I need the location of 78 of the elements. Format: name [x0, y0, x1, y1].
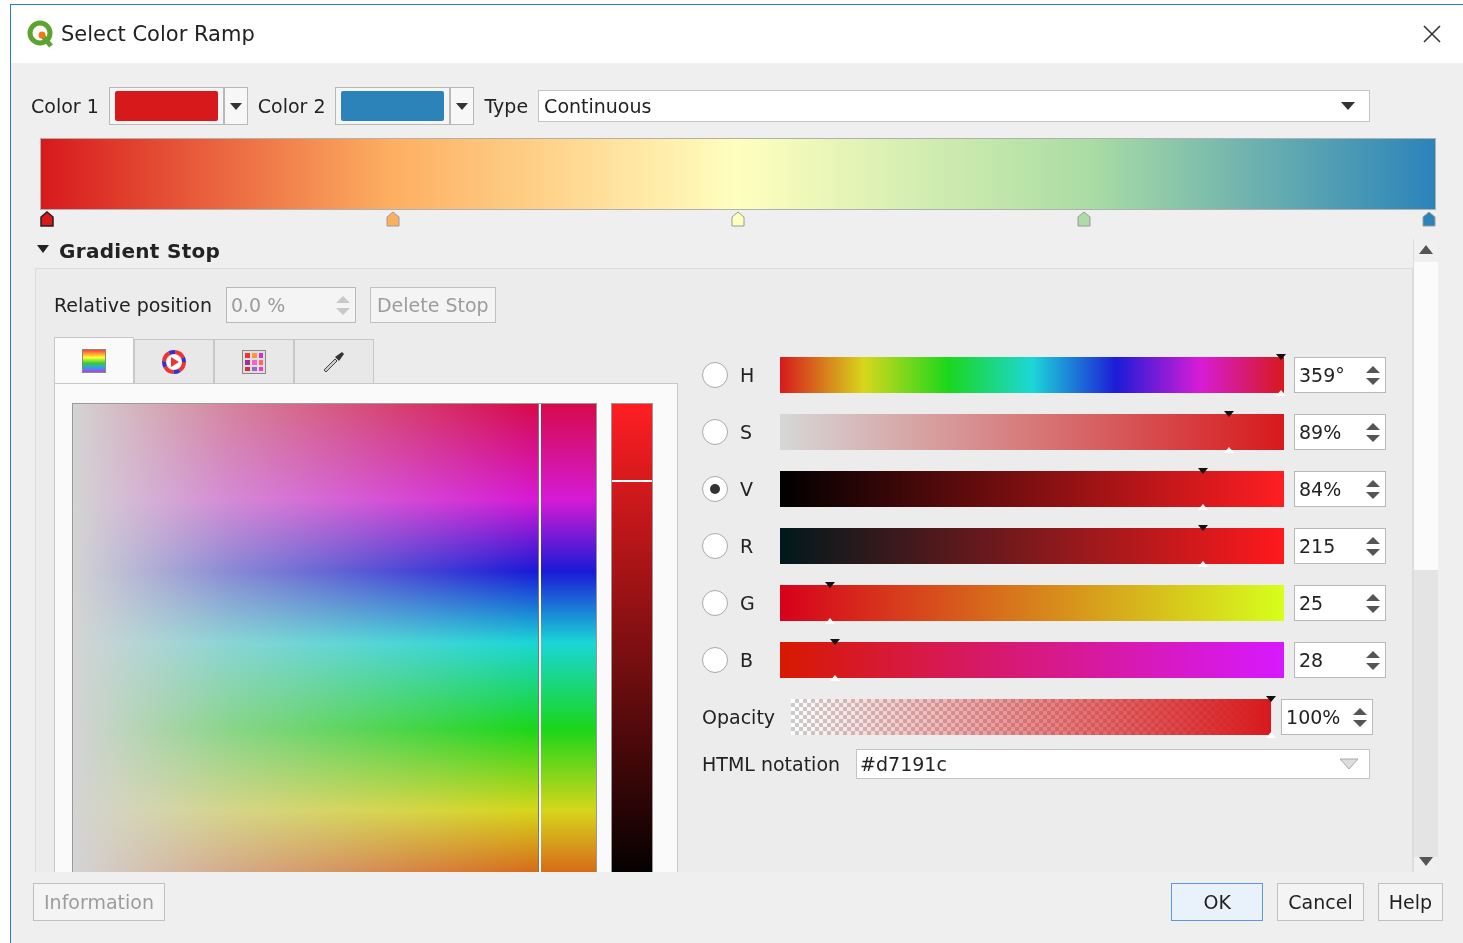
scrollbar-thumb[interactable]	[1413, 262, 1438, 570]
radio-button[interactable]	[702, 647, 728, 673]
spin-box[interactable]: 28	[1294, 642, 1386, 678]
color-slider[interactable]	[780, 642, 1284, 678]
channel-label: B	[740, 649, 755, 671]
color-button[interactable]	[108, 87, 224, 125]
caret-icon	[1341, 102, 1356, 110]
section-title: Gradient Stop	[59, 239, 221, 263]
spin-box[interactable]: 84%	[1294, 471, 1386, 507]
color-label: Color 2	[257, 95, 326, 117]
slider-handle[interactable]	[1198, 525, 1209, 567]
slider-handle[interactable]	[825, 582, 836, 624]
tab[interactable]	[54, 337, 134, 383]
spin-arrows-icon[interactable]	[1365, 421, 1381, 443]
slider-handle[interactable]	[1223, 411, 1234, 453]
color-button[interactable]	[335, 87, 451, 125]
tab[interactable]	[214, 339, 294, 383]
window-title: Select Color Ramp	[61, 22, 255, 46]
stop-marker[interactable]	[731, 211, 745, 227]
spin-box[interactable]: 89%	[1294, 414, 1386, 450]
spin-arrows-icon[interactable]	[1365, 592, 1381, 614]
eyedropper-icon	[322, 349, 346, 374]
slider-handle[interactable]	[1266, 696, 1277, 738]
dropdown-arrow-icon	[1339, 758, 1360, 770]
swatch-grid-icon	[242, 349, 266, 374]
spin-arrows-icon[interactable]	[1352, 706, 1369, 728]
color-slider[interactable]	[780, 357, 1284, 393]
dialog-button[interactable]: Help	[1377, 883, 1443, 921]
slider-handle[interactable]	[830, 639, 841, 681]
color-slider[interactable]	[780, 528, 1284, 564]
color-label: Color 1	[31, 95, 99, 117]
radio-button[interactable]	[702, 476, 728, 502]
stop-marker[interactable]	[40, 211, 54, 227]
slider-handle[interactable]	[1276, 354, 1287, 396]
dropdown-button[interactable]	[223, 87, 248, 125]
color-slider[interactable]	[780, 585, 1284, 621]
radio-button[interactable]	[702, 590, 728, 616]
tab[interactable]	[134, 339, 214, 383]
caret-icon	[229, 102, 242, 110]
value-marker	[612, 480, 652, 483]
app-logo-icon	[25, 19, 55, 49]
opacity-label: Opacity	[702, 706, 776, 728]
dialog-button[interactable]: Cancel	[1277, 883, 1364, 921]
stop-marker[interactable]	[385, 211, 400, 227]
value-strip[interactable]	[611, 403, 653, 872]
spin-arrows-icon[interactable]	[1365, 649, 1381, 671]
spin-box[interactable]: 215	[1294, 528, 1386, 564]
spin-box[interactable]: 100%	[1281, 699, 1374, 735]
spin-box[interactable]: 25	[1294, 585, 1386, 621]
channel-label: V	[740, 478, 754, 500]
stop-marker[interactable]	[1076, 211, 1091, 227]
type-label: Type	[484, 95, 529, 117]
gradient-square-icon	[82, 348, 106, 373]
color-slider[interactable]	[780, 414, 1284, 450]
dropdown-button[interactable]	[450, 87, 475, 125]
channel-label: G	[740, 592, 756, 614]
spin-arrows-icon[interactable]	[1365, 535, 1381, 557]
dialog-button[interactable]: OK	[1171, 883, 1264, 921]
color-slider[interactable]	[780, 471, 1284, 507]
channel-label: H	[740, 364, 756, 386]
channel-label: R	[740, 535, 755, 557]
color-wheel-icon	[162, 349, 186, 374]
caret-icon	[456, 102, 469, 110]
html-notation-field[interactable]: #d7191c	[856, 749, 1371, 779]
spin-arrows-icon[interactable]	[1365, 364, 1381, 386]
channel-label: S	[740, 421, 754, 443]
type-dropdown[interactable]: Continuous	[538, 90, 1371, 122]
spin-arrows-icon[interactable]	[1365, 478, 1381, 500]
scroll-up-icon[interactable]	[1418, 245, 1433, 254]
spin-box[interactable]: 359°	[1294, 357, 1386, 393]
radio-button[interactable]	[702, 362, 728, 388]
radio-button[interactable]	[702, 419, 728, 445]
close-icon[interactable]	[1421, 23, 1443, 45]
stop-marker[interactable]	[1422, 211, 1436, 227]
html-notation-label: HTML notation	[702, 753, 841, 775]
radio-button[interactable]	[702, 533, 728, 559]
position-label: Relative position	[54, 294, 212, 316]
slider-handle[interactable]	[1198, 468, 1209, 510]
